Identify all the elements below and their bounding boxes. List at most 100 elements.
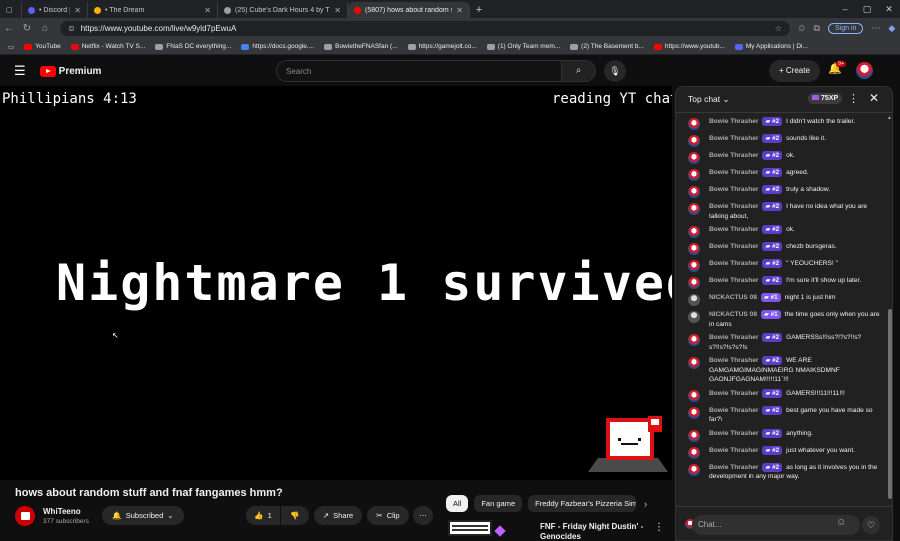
page-scrollbar[interactable] [894, 86, 900, 541]
bookmark-item[interactable]: https://docs.google.... [241, 43, 314, 50]
chat-author-avatar[interactable] [688, 406, 700, 419]
chat-author-name[interactable]: NICKACTUS 08 [709, 311, 757, 318]
chat-input[interactable]: Chat... [692, 515, 860, 535]
chat-author-name[interactable]: Bowie Thrasher [709, 334, 758, 341]
youtube-premium-logo[interactable]: Premium [39, 65, 101, 77]
chat-scrollbar[interactable]: ▲ [887, 115, 892, 499]
channel-avatar[interactable] [15, 506, 35, 526]
filter-chip[interactable]: Freddy Fazbear's Pizzeria Simu [528, 495, 637, 512]
like-button[interactable]: 👍 1 [246, 506, 280, 525]
chat-author-avatar[interactable] [688, 446, 700, 459]
chat-author-avatar[interactable] [688, 334, 700, 346]
chat-author-avatar[interactable] [688, 203, 700, 215]
chat-author-name[interactable]: Bowie Thrasher [709, 243, 758, 250]
chat-author-avatar[interactable] [688, 429, 700, 442]
chat-author-avatar[interactable] [688, 277, 700, 289]
site-info-icon[interactable]: ⊜ [68, 24, 75, 33]
chat-author-name[interactable]: Bowie Thrasher [709, 203, 758, 210]
chat-author-name[interactable]: Bowie Thrasher [709, 464, 758, 471]
browser-tab[interactable]: • Discord | #quotes | ✕ [22, 2, 88, 18]
recommended-more-icon[interactable]: ⋮ [654, 522, 664, 533]
channel-name[interactable]: WhiTeeno [43, 507, 81, 516]
bookmark-item[interactable]: https://gamejolt.co... [407, 43, 477, 50]
minimize-icon[interactable]: – [834, 0, 856, 18]
video-player[interactable]: Phillipians 4:13 reading YT chat still N… [0, 86, 672, 480]
url-field[interactable]: ⊜ https://www.youtube.com/live/w9yld7pEw… [60, 21, 790, 36]
hamburger-menu-icon[interactable]: ☰ [14, 63, 26, 79]
chat-author-name[interactable]: Bowie Thrasher [709, 357, 758, 364]
chips-next-icon[interactable]: › [644, 499, 647, 509]
bookmark-item[interactable]: Netflix - Watch TV S... [70, 43, 145, 50]
chat-author-avatar[interactable] [688, 118, 700, 130]
chat-author-name[interactable]: Bowie Thrasher [709, 226, 758, 233]
close-tab-icon[interactable]: ✕ [456, 6, 463, 15]
tab-overview-button[interactable]: ▢ [0, 2, 22, 18]
chat-more-icon[interactable]: ⋮ [848, 92, 859, 105]
search-input[interactable] [276, 60, 562, 82]
chat-author-avatar[interactable] [688, 243, 700, 255]
emoji-icon[interactable]: ☺ [836, 517, 846, 528]
chat-author-avatar[interactable] [688, 152, 700, 164]
dislike-button[interactable]: 👎 [281, 506, 309, 525]
maximize-icon[interactable]: ▢ [856, 0, 878, 18]
bookmarks-folder-icon[interactable]: ▭ [8, 43, 14, 51]
bookmark-item[interactable]: https://www.youtub... [653, 43, 725, 50]
more-actions-button[interactable]: ⋯ [413, 506, 433, 525]
chat-author-avatar[interactable] [688, 357, 700, 369]
chat-author-name[interactable]: Bowie Thrasher [709, 277, 758, 284]
close-chat-icon[interactable]: ✕ [869, 91, 879, 105]
filter-chip[interactable]: All [446, 495, 469, 512]
bookmark-item[interactable]: FNaS DC everything... [155, 43, 231, 50]
chat-author-avatar[interactable] [688, 260, 700, 272]
reload-icon[interactable]: ↻ [18, 23, 36, 34]
chat-author-name[interactable]: Bowie Thrasher [709, 407, 758, 414]
browser-tab[interactable]: (5807) hows about random stuff ✕ [348, 2, 470, 18]
chat-author-avatar[interactable] [688, 294, 700, 306]
subscribed-button[interactable]: 🔔 Subscribed ⌄ [102, 506, 184, 525]
collections-icon[interactable]: ⧉ [814, 23, 820, 34]
recommended-title[interactable]: FNF - Friday Night Dustin' - Genocides [540, 522, 643, 541]
voice-search-button[interactable]: 🎙 [604, 60, 626, 82]
browser-tab[interactable]: • The Dream ✕ [88, 2, 218, 18]
chat-author-avatar[interactable] [688, 389, 700, 402]
chat-author-avatar[interactable] [688, 463, 700, 476]
chat-author-name[interactable]: Bowie Thrasher [709, 390, 758, 397]
xp-badge[interactable]: 75XP [808, 93, 843, 104]
chat-author-name[interactable]: NICKACTUS 08 [709, 294, 757, 301]
new-tab-button[interactable]: + [470, 2, 488, 18]
chat-author-name[interactable]: Bowie Thrasher [709, 118, 758, 125]
close-tab-icon[interactable]: ✕ [204, 6, 211, 15]
close-window-icon[interactable]: ✕ [878, 0, 900, 18]
chat-author-name[interactable]: Bowie Thrasher [709, 186, 758, 193]
home-icon[interactable]: ⌂ [36, 23, 54, 34]
copilot-icon[interactable]: ◆ [888, 23, 895, 34]
create-button[interactable]: + Create [769, 60, 820, 82]
chat-author-name[interactable]: Bowie Thrasher [709, 169, 758, 176]
chat-author-avatar[interactable] [688, 311, 700, 323]
more-options-icon[interactable]: ⋯ [871, 23, 880, 34]
account-avatar[interactable] [856, 62, 873, 79]
back-icon[interactable]: ← [0, 23, 18, 34]
search-button[interactable]: ⌕ [562, 60, 596, 82]
scroll-up-icon[interactable]: ▲ [887, 115, 892, 121]
clip-button[interactable]: ✂ Clip [367, 506, 409, 525]
share-button[interactable]: ↗ Share [314, 506, 362, 525]
bookmark-item[interactable]: (1) Only Team mem... [486, 43, 560, 50]
heart-reaction-icon[interactable]: ♡ [862, 516, 880, 534]
chat-author-avatar[interactable] [688, 169, 700, 181]
bookmark-item[interactable]: YouTube [24, 43, 61, 50]
close-tab-icon[interactable]: ✕ [334, 6, 341, 15]
chat-author-avatar[interactable] [688, 135, 700, 147]
recommended-thumbnail[interactable] [448, 520, 492, 536]
close-tab-icon[interactable]: ✕ [74, 6, 81, 15]
chat-scroll-thumb[interactable] [888, 309, 892, 499]
browser-tab[interactable]: (25) Cube's Dark Hours 4 by That ✕ [218, 2, 348, 18]
chat-author-name[interactable]: Bowie Thrasher [709, 152, 758, 159]
sign-in-button[interactable]: Sign in [827, 23, 864, 34]
chat-author-avatar[interactable] [688, 226, 700, 238]
bookmark-item[interactable]: (2) The Basement b... [570, 43, 644, 50]
chat-author-avatar[interactable] [688, 186, 700, 198]
chat-author-name[interactable]: Bowie Thrasher [709, 135, 758, 142]
filter-chip[interactable]: Fan game [474, 495, 523, 512]
bookmark-star-icon[interactable]: ☆ [775, 24, 782, 33]
